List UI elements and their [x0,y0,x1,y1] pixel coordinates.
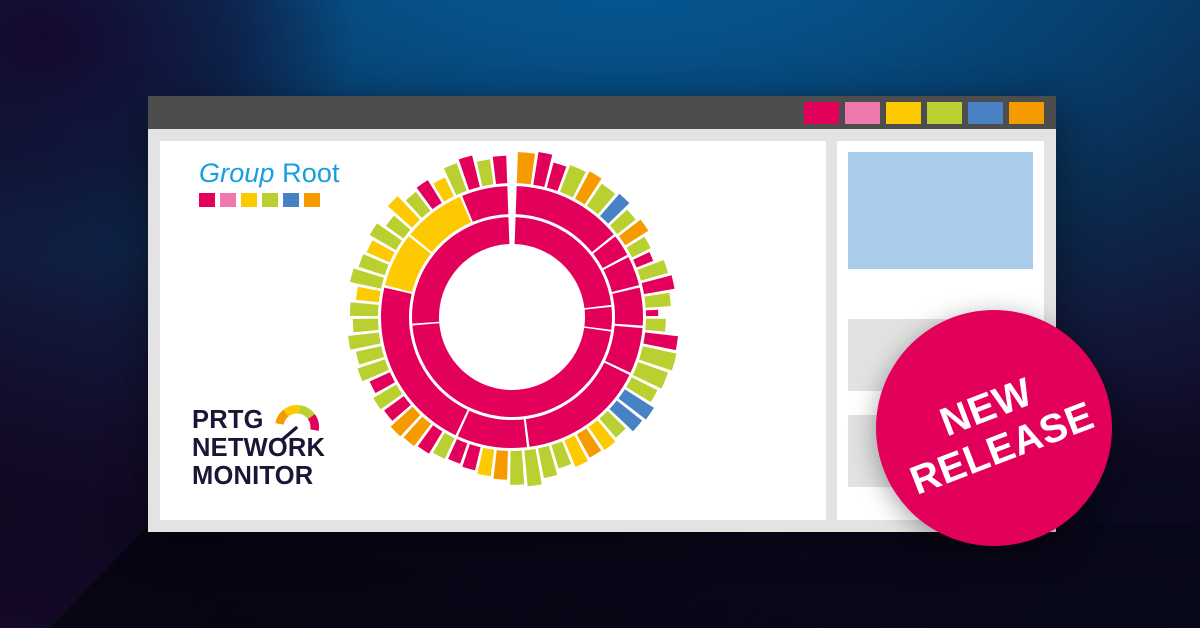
outer-ring-segment-31[interactable] [477,447,495,477]
legend-blue[interactable] [283,193,299,207]
titlebar-swatch-group [804,101,1044,124]
outer-ring-segment-0[interactable] [516,152,536,185]
legend-pink[interactable] [220,193,236,207]
outer-ring-segment-59[interactable] [492,155,508,184]
outer-ring-segment-44[interactable] [352,318,379,333]
sunburst-chart[interactable] [342,147,682,487]
prtg-logo-svg: PRTG NETWORK MONITOR [192,405,326,490]
outer-ring-segment-15[interactable] [645,318,666,332]
titlebar-swatch-pink[interactable] [845,101,880,124]
logo-line-1: PRTG [192,406,264,434]
prtg-logo: PRTG NETWORK MONITOR [192,403,340,496]
legend-magenta[interactable] [199,193,215,207]
screenshot-stage: Group Root PRTG NETWORK MONITOR NEW RELE… [0,0,1200,628]
outer-ring-segment-43[interactable] [348,332,381,350]
outer-ring-segment-13[interactable] [644,292,671,308]
titlebar-swatch-green[interactable] [927,101,962,124]
page-title-group: Group [199,158,275,188]
titlebar-swatch-orange[interactable] [1009,101,1044,124]
outer-ring-segment-30[interactable] [493,450,508,480]
sunburst-svg [348,152,679,487]
side-hero-block [848,152,1033,269]
logo-line-2: NETWORK [192,434,326,462]
middle-ring-segment-3[interactable] [612,287,643,326]
middle-ring-segment-10[interactable] [462,186,509,222]
outer-ring-segment-28[interactable] [524,448,542,487]
legend-green[interactable] [262,193,278,207]
outer-ring-segment-29[interactable] [510,450,525,485]
outer-ring-segment-14[interactable] [645,309,659,317]
logo-line-3: MONITOR [192,462,313,490]
titlebar-swatch-blue[interactable] [968,101,1003,124]
outer-ring-segment-45[interactable] [349,302,379,317]
legend-orange[interactable] [304,193,320,207]
main-panel: Group Root PRTG NETWORK MONITOR [160,141,826,520]
new-release-badge[interactable]: NEW RELEASE [876,310,1112,546]
titlebar-swatch-yellow[interactable] [886,101,921,124]
titlebar-swatch-magenta[interactable] [804,101,839,124]
new-release-badge-text: NEW RELEASE [889,354,1099,504]
legend-yellow[interactable] [241,193,257,207]
window-titlebar [148,96,1056,129]
page-title-root: Root [274,158,340,188]
inner-ring-segment-1[interactable] [584,306,612,330]
page-title: Group Root [199,158,340,189]
chart-legend [199,193,320,207]
outer-ring-segment-58[interactable] [476,159,494,187]
outer-ring-segment-46[interactable] [355,286,381,303]
